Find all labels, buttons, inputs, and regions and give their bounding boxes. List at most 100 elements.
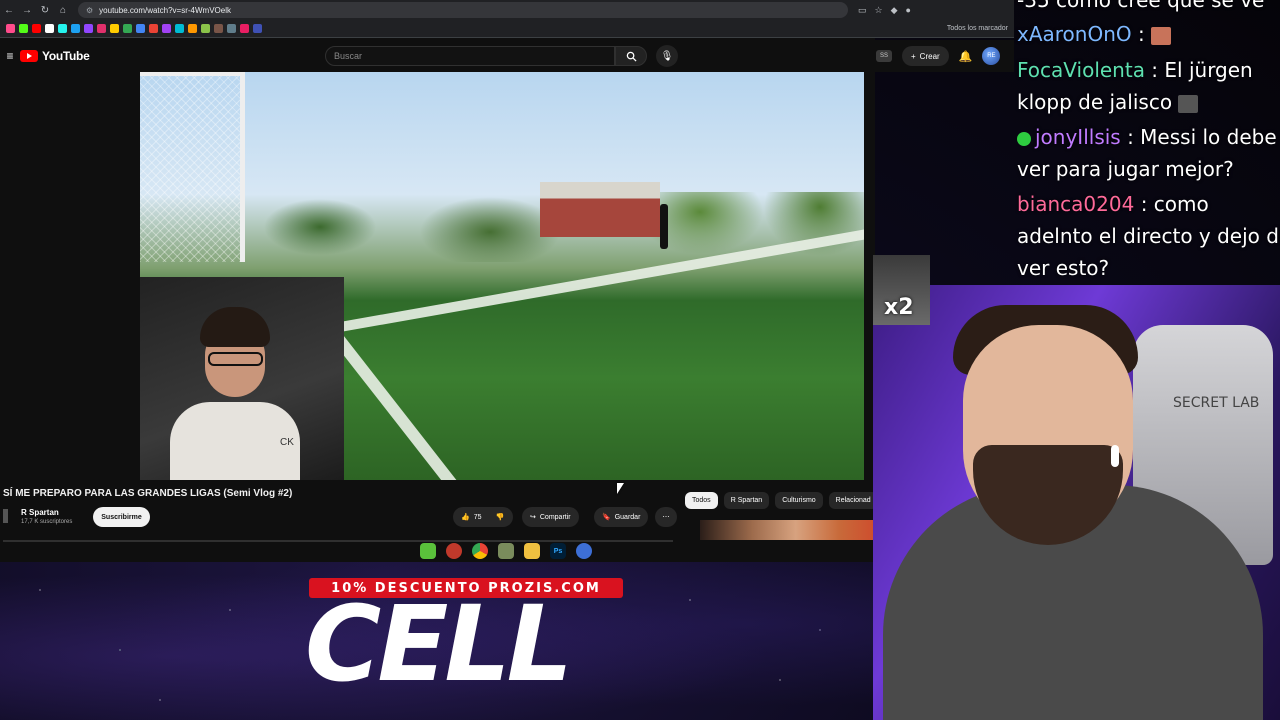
bookmark-icon[interactable] bbox=[188, 24, 197, 33]
address-bar-row: ← → ↻ ⌂ ⚙ youtube.com/watch?v=sr-4WmVOel… bbox=[0, 0, 1014, 20]
bookmark-icon[interactable] bbox=[149, 24, 158, 33]
save-label: Guardar bbox=[614, 513, 641, 521]
url-text: youtube.com/watch?v=sr-4WmVOelk bbox=[99, 5, 231, 15]
chat-username: xAaronOnO bbox=[1017, 22, 1132, 46]
video-person-hair bbox=[200, 307, 270, 347]
bookmark-icon[interactable] bbox=[136, 24, 145, 33]
channel-name[interactable]: R Spartan bbox=[21, 508, 59, 517]
chat-message: xAaronOnO : bbox=[1017, 18, 1172, 50]
taskbar-app-icon[interactable] bbox=[420, 543, 436, 559]
notifications-bell-icon[interactable]: 🔔 bbox=[959, 50, 973, 63]
bookmark-icon[interactable] bbox=[240, 24, 249, 33]
back-icon[interactable]: ← bbox=[0, 5, 18, 16]
like-dislike-group: 👍 75 👎 bbox=[453, 507, 513, 527]
chat-text: adelnto el directo y dejo de bbox=[1017, 224, 1280, 248]
create-button[interactable]: + Crear bbox=[902, 46, 949, 66]
bookmark-icon[interactable] bbox=[84, 24, 93, 33]
chip-culturismo[interactable]: Culturismo bbox=[775, 492, 823, 509]
bookmark-icon[interactable] bbox=[253, 24, 262, 33]
streamer-facecam: SECRET LAB bbox=[873, 285, 1280, 720]
channel-subscribers: 17,7 K suscriptores bbox=[21, 519, 73, 525]
bookmark-icon[interactable] bbox=[201, 24, 210, 33]
chat-message: klopp de jalisco bbox=[1017, 86, 1199, 118]
forward-icon[interactable]: → bbox=[18, 5, 36, 16]
youtube-play-icon bbox=[20, 50, 38, 62]
taskbar-app-icon[interactable] bbox=[446, 543, 462, 559]
taskbar-app-icon[interactable] bbox=[576, 543, 592, 559]
bookmark-save-icon: 🔖 bbox=[602, 514, 611, 521]
chat-message: ver para jugar mejor? bbox=[1017, 153, 1234, 185]
more-actions-icon[interactable]: ⋯ bbox=[655, 507, 677, 527]
video-player[interactable]: CK bbox=[140, 72, 864, 480]
mic-icon[interactable]: 🎙 bbox=[656, 45, 678, 67]
chat-username: jonyIllsis bbox=[1035, 125, 1121, 149]
bookmark-icon[interactable] bbox=[45, 24, 54, 33]
youtube-logo[interactable]: YouTube bbox=[20, 49, 90, 63]
chat-message: adelnto el directo y dejo de bbox=[1017, 220, 1280, 252]
chip-related[interactable]: Relacionad bbox=[828, 492, 878, 509]
like-icon[interactable]: 👍 bbox=[461, 513, 470, 521]
bookmark-icon[interactable] bbox=[123, 24, 132, 33]
emote-icon bbox=[1151, 26, 1172, 45]
profile-icon[interactable]: ● bbox=[906, 5, 911, 16]
browser-window: ← → ↻ ⌂ ⚙ youtube.com/watch?v=sr-4WmVOel… bbox=[0, 0, 1014, 562]
chat-text: ver para jugar mejor? bbox=[1017, 157, 1234, 181]
subscribe-button[interactable]: Suscribirme bbox=[93, 507, 150, 527]
extensions-icon[interactable]: ◆ bbox=[891, 5, 898, 16]
chat-message: jonyIllsis : Messi lo debe bbox=[1017, 121, 1277, 153]
channel-avatar[interactable] bbox=[3, 509, 8, 523]
search-icon bbox=[626, 51, 637, 62]
horizontal-divider bbox=[3, 540, 673, 542]
bookmark-icon[interactable] bbox=[97, 24, 106, 33]
folder-icon[interactable] bbox=[524, 543, 540, 559]
bookmark-icon[interactable] bbox=[110, 24, 119, 33]
video-person: CK bbox=[170, 307, 300, 480]
bookmark-icon[interactable] bbox=[32, 24, 41, 33]
chat-message: -35 como cree que se ve bbox=[1017, 0, 1264, 16]
chat-text: ver esto? bbox=[1017, 256, 1110, 280]
account-avatar[interactable]: RE bbox=[982, 47, 1001, 65]
share-button[interactable]: ↪ Compartir bbox=[522, 507, 579, 527]
all-bookmarks-link[interactable]: Todos los marcador bbox=[947, 25, 1008, 32]
video-field-line bbox=[325, 324, 520, 480]
search-input[interactable]: Buscar bbox=[325, 46, 615, 66]
chat-message: ver esto? bbox=[1017, 252, 1109, 284]
chip-channel[interactable]: R Spartan bbox=[723, 492, 770, 509]
bookmark-icon[interactable] bbox=[162, 24, 171, 33]
dislike-icon[interactable]: 👎 bbox=[496, 513, 505, 521]
bookmark-icon[interactable] bbox=[6, 24, 15, 33]
bookmark-icon[interactable] bbox=[227, 24, 236, 33]
site-info-icon[interactable]: ⚙ bbox=[86, 6, 93, 15]
bookmark-icon[interactable] bbox=[58, 24, 67, 33]
search-button[interactable] bbox=[615, 46, 647, 66]
save-button[interactable]: 🔖 Guardar bbox=[594, 507, 649, 527]
video-person-glasses bbox=[208, 352, 263, 366]
mouse-cursor-icon bbox=[617, 483, 624, 494]
hamburger-menu-icon[interactable]: ≡ bbox=[0, 49, 20, 63]
stream-chat: -35 como cree que se ve xAaronOnO : Foca… bbox=[1014, 0, 1280, 290]
video-goal-net bbox=[140, 72, 245, 262]
bookmark-icon[interactable] bbox=[175, 24, 184, 33]
ss-badge[interactable]: SS bbox=[876, 50, 892, 62]
url-bar[interactable]: ⚙ youtube.com/watch?v=sr-4WmVOelk bbox=[78, 2, 848, 18]
plus-icon: + bbox=[911, 51, 916, 61]
video-building bbox=[540, 182, 660, 237]
home-icon[interactable]: ⌂ bbox=[54, 5, 72, 16]
chat-message: bianca0204 : como bbox=[1017, 188, 1209, 220]
bookmark-icon[interactable] bbox=[214, 24, 223, 33]
star-icon[interactable]: ☆ bbox=[875, 5, 883, 16]
install-icon[interactable]: ▭ bbox=[858, 5, 867, 16]
like-count[interactable]: 75 bbox=[474, 514, 482, 521]
bookmark-icon[interactable] bbox=[19, 24, 28, 33]
subscriber-badge-icon bbox=[1017, 131, 1031, 146]
share-label: Compartir bbox=[539, 513, 571, 521]
bookmark-icon[interactable] bbox=[71, 24, 80, 33]
taskbar-app-icon[interactable] bbox=[498, 543, 514, 559]
chrome-icon[interactable] bbox=[472, 543, 488, 559]
reload-icon[interactable]: ↻ bbox=[36, 5, 54, 16]
emote-icon bbox=[1178, 94, 1199, 113]
chip-all[interactable]: Todos bbox=[685, 492, 718, 509]
related-video-thumbnail[interactable] bbox=[700, 520, 874, 540]
photoshop-icon[interactable]: Ps bbox=[550, 543, 566, 559]
youtube-header: ≡ YouTube Buscar 🎙 SS + Crear 🔔 RE bbox=[0, 40, 1014, 72]
